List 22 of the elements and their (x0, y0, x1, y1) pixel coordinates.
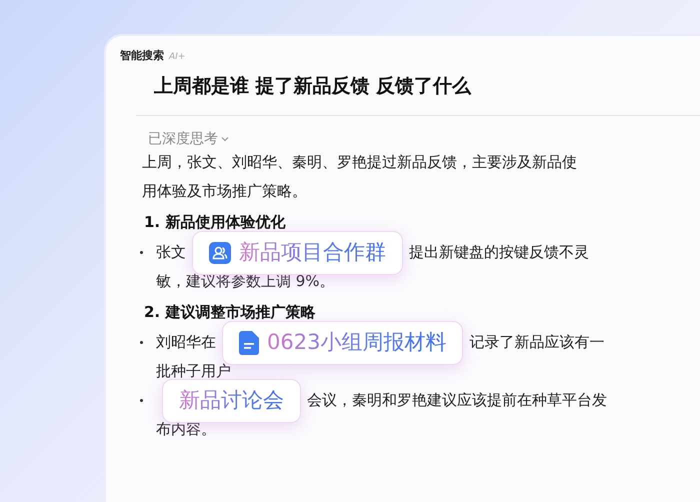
chevron-down-icon (221, 136, 229, 142)
reference-chip[interactable]: 新品讨论会 (162, 378, 301, 422)
people-icon (209, 242, 231, 264)
answer-text: 记录了新品应该有一 (469, 332, 604, 353)
app-title: 智能搜索 (120, 48, 164, 63)
document-icon (239, 330, 259, 354)
reference-chip[interactable]: 0623小组周报材料 (222, 320, 464, 364)
answer-text: 张文 (156, 242, 186, 263)
section-heading: 2. 建议调整市场推广策略 (144, 302, 316, 323)
answer-text: 会议，秦明和罗艳建议应该提前在种草平台发 (307, 390, 607, 411)
answer-text: 刘昭华在 (156, 332, 216, 353)
reference-chip[interactable]: 新品项目合作群 (192, 230, 403, 274)
bullet-dot (140, 341, 143, 344)
bullet-dot (140, 399, 143, 402)
answer-text: 提出新键盘的按键反馈不灵 (409, 242, 589, 263)
answer-text: 上周，张文、刘昭华、秦明、罗艳提过新品反馈，主要涉及新品使 (142, 152, 578, 173)
ai-label: AI+ (169, 52, 186, 62)
search-query: 上周都是谁 提了新品反馈 反馈了什么 (154, 74, 472, 99)
bullet-dot (140, 251, 143, 254)
answer-text: 用体验及市场推广策略。 (142, 181, 308, 202)
section-heading: 1. 新品使用体验优化 (144, 212, 286, 233)
thinking-toggle[interactable]: 已深度思考 (148, 130, 229, 148)
